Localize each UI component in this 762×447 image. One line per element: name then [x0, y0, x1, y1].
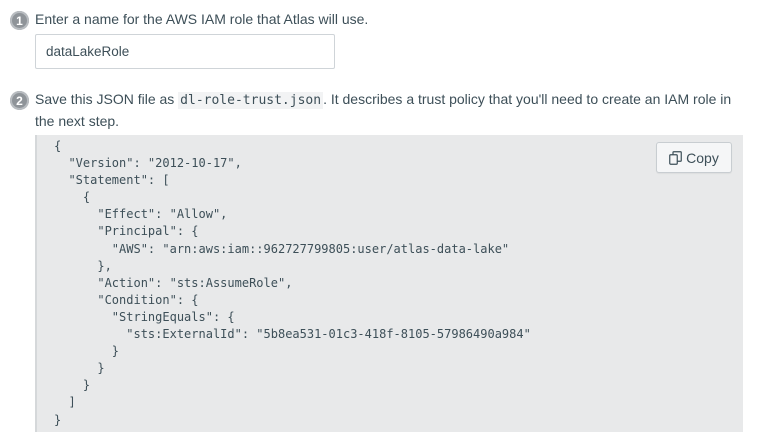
trust-policy-code-block: { "Version": "2012-10-17", "Statement": …	[35, 135, 743, 432]
copy-button[interactable]: Copy	[656, 142, 732, 173]
step-2-text-before: Save this JSON file as	[35, 91, 179, 107]
role-name-input[interactable]	[35, 34, 335, 69]
step-2-number: 2	[16, 93, 23, 108]
copy-button-label: Copy	[686, 149, 719, 166]
step-1-badge: 1	[10, 11, 29, 30]
trust-policy-json: { "Version": "2012-10-17", "Statement": …	[54, 139, 531, 427]
filename-code: dl-role-trust.json	[178, 92, 324, 109]
step-1-number: 1	[16, 13, 23, 28]
step-1-instruction: Enter a name for the AWS IAM role that A…	[35, 11, 369, 27]
step-2-badge: 2	[10, 91, 29, 110]
copy-icon	[669, 150, 683, 165]
step-2-instruction: Save this JSON file as dl-role-trust.jso…	[35, 89, 747, 132]
